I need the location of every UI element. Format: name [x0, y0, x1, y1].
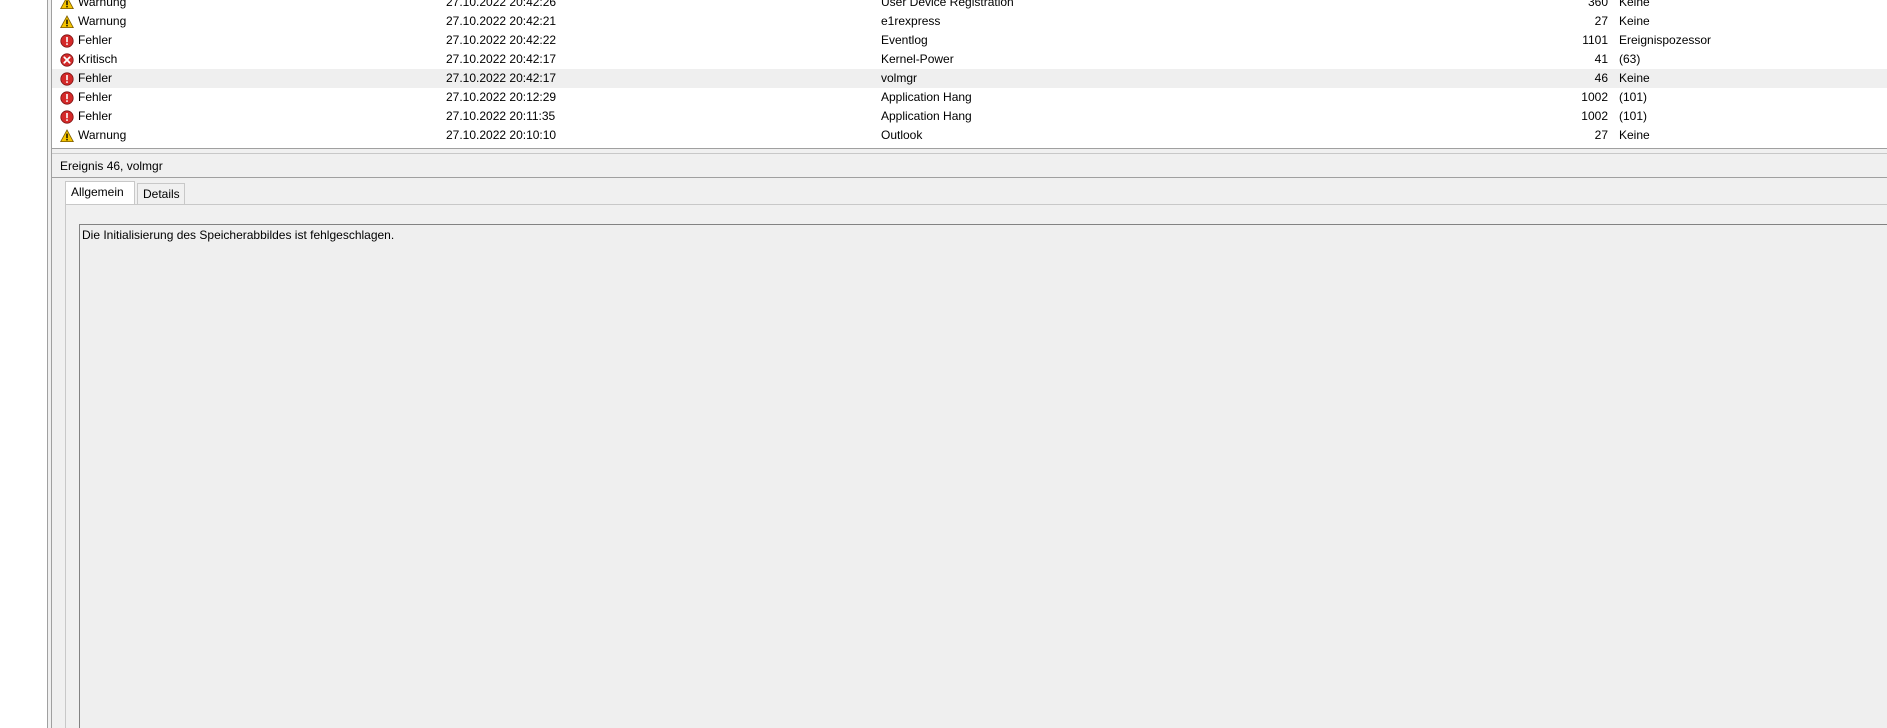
event-source-cell: User Device Registration — [881, 0, 1014, 9]
event-source-cell: Application Hang — [881, 109, 972, 123]
event-source-cell: Application Hang — [881, 90, 972, 104]
event-row[interactable]: Fehler 27.10.2022 20:42:17 volmgr 46 Keine — [52, 69, 1887, 88]
event-level-label: Fehler — [78, 71, 113, 85]
event-task-category-cell: Keine — [1619, 71, 1650, 85]
event-date-cell: 27.10.2022 20:11:35 — [446, 109, 556, 123]
event-task-category-cell: Keine — [1619, 0, 1650, 9]
event-id-cell: 27 — [1594, 128, 1608, 142]
event-source-cell: e1rexpress — [881, 14, 941, 28]
event-task-category-cell: Ereignispozessor — [1619, 33, 1712, 47]
warning-icon — [60, 15, 74, 29]
event-detail-header: Ereignis 46, volmgr — [52, 154, 1887, 178]
event-row[interactable]: Warnung 27.10.2022 20:10:10 Outlook 27 Keine — [52, 126, 1887, 145]
critical-icon — [60, 53, 74, 67]
event-date-cell: 27.10.2022 20:12:29 — [446, 90, 557, 104]
event-row[interactable]: Kritisch 27.10.2022 20:42:17 Kernel-Power 4… — [52, 50, 1887, 69]
event-id-cell: 46 — [1594, 71, 1608, 85]
event-source-cell: volmgr — [881, 71, 918, 85]
event-level-label: Kritisch — [78, 52, 118, 66]
event-row[interactable]: Fehler 27.10.2022 20:12:29 Application Han… — [52, 88, 1887, 107]
event-date-cell: 27.10.2022 20:42:26 — [446, 0, 557, 9]
event-date-cell: 27.10.2022 20:42:17 — [446, 71, 557, 85]
event-id-cell: 1002 — [1581, 90, 1608, 104]
event-row[interactable]: Warnung 27.10.2022 20:42:21 e1rexpress 27 Ke… — [52, 12, 1887, 31]
event-id-cell: 41 — [1594, 52, 1608, 66]
error-icon — [60, 110, 74, 124]
event-date-cell: 27.10.2022 20:10:10 — [446, 128, 557, 142]
tab-allgemein[interactable]: Allgemein — [65, 181, 135, 205]
error-icon — [60, 34, 74, 48]
event-row[interactable]: Fehler 27.10.2022 20:42:22 Eventlog 1101 Ere… — [52, 31, 1887, 50]
event-level-label: Warnung — [78, 0, 127, 9]
event-date-cell: 27.10.2022 20:42:17 — [446, 52, 557, 66]
event-task-category-cell: (101) — [1619, 90, 1648, 104]
event-source-cell: Kernel-Power — [881, 52, 954, 66]
warning-icon — [60, 129, 74, 143]
event-level-label: Warnung — [78, 14, 127, 28]
error-icon — [60, 72, 74, 86]
event-description[interactable]: Die Initialisierung des Speicherabbildes… — [79, 224, 1887, 728]
event-level-label: Fehler — [78, 109, 113, 123]
event-list[interactable]: Warnung 27.10.2022 20:42:26 User Device Re… — [52, 0, 1887, 148]
event-detail-pane: Ereignis 46, volmgr Allgemein Details Di… — [52, 154, 1887, 728]
event-id-cell: 360 — [1587, 0, 1608, 9]
event-level-label: Fehler — [78, 90, 113, 104]
warning-icon — [60, 0, 74, 10]
event-task-category-cell: (101) — [1619, 109, 1648, 123]
event-date-cell: 27.10.2022 20:42:22 — [446, 33, 557, 47]
event-task-category-cell: (63) — [1619, 52, 1641, 66]
event-source-cell: Eventlog — [881, 33, 928, 47]
event-level-label: Warnung — [78, 128, 127, 142]
error-icon — [60, 91, 74, 105]
event-row[interactable]: Fehler 27.10.2022 20:11:35 Application Han… — [52, 107, 1887, 126]
event-level-label: Fehler — [78, 33, 113, 47]
event-date-cell: 27.10.2022 20:42:21 — [446, 14, 557, 28]
event-row[interactable]: Warnung 27.10.2022 20:42:26 User Device Re… — [52, 0, 1887, 12]
event-id-cell: 27 — [1594, 14, 1608, 28]
tab-panel-allgemein: Die Initialisierung des Speicherabbildes… — [65, 204, 1887, 728]
event-task-category-cell: Keine — [1619, 128, 1650, 142]
event-id-cell: 1002 — [1581, 109, 1608, 123]
event-source-cell: Outlook — [881, 128, 923, 142]
tab-details[interactable]: Details — [137, 183, 185, 205]
event-id-cell: 1101 — [1582, 33, 1608, 47]
event-task-category-cell: Keine — [1619, 14, 1650, 28]
